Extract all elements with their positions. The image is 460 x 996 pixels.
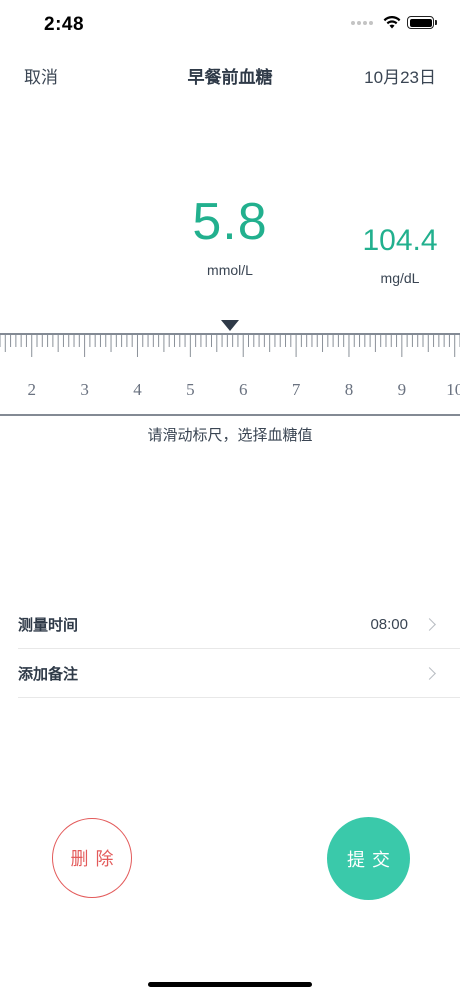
ruler-label: 7 xyxy=(292,380,301,399)
nav-bar: 取消 早餐前血糖 10月23日 xyxy=(0,50,460,98)
status-time: 2:48 xyxy=(44,14,85,35)
add-note-row[interactable]: 添加备注 xyxy=(18,649,460,698)
ruler-label: 3 xyxy=(80,380,89,399)
mmol-reading: 5.8 mmol/L xyxy=(180,196,280,278)
mgdl-value: 104.4 xyxy=(362,224,438,257)
ruler-pointer-icon xyxy=(221,320,239,331)
delete-label: 删除 xyxy=(70,849,121,869)
ruler-label: 10 xyxy=(446,380,460,399)
mmol-unit: mmol/L xyxy=(207,262,253,278)
ruler-label: 8 xyxy=(345,380,354,399)
signal-dots-icon xyxy=(351,20,373,25)
ruler-scale[interactable]: 2 3 4 5 6 7 8 9 10 xyxy=(0,333,460,417)
ruler-label: 4 xyxy=(133,380,142,399)
home-indicator xyxy=(148,982,312,987)
chevron-right-icon xyxy=(423,666,436,680)
ruler-label: 9 xyxy=(398,380,407,399)
chevron-right-icon xyxy=(423,617,436,631)
delete-button[interactable]: 删除 xyxy=(52,818,132,898)
measure-time-row[interactable]: 测量时间 08:00 xyxy=(18,600,460,649)
ruler-label: 2 xyxy=(27,380,36,399)
status-icons xyxy=(351,16,437,29)
measure-time-value: 08:00 xyxy=(370,615,408,633)
settings-list: 测量时间 08:00 添加备注 xyxy=(18,600,460,698)
mmol-value: 5.8 xyxy=(192,193,268,251)
mgdl-reading: 104.4 mg/dL xyxy=(348,224,452,287)
submit-button[interactable]: 提交 xyxy=(327,817,410,900)
mgdl-unit: mg/dL xyxy=(380,270,420,286)
ruler-label: 5 xyxy=(186,380,195,399)
status-bar: 2:48 xyxy=(0,0,460,50)
ruler-label: 6 xyxy=(239,380,248,399)
submit-label: 提交 xyxy=(347,849,397,870)
date-selector[interactable]: 10月23日 xyxy=(364,63,436,88)
ruler-hint: 请滑动标尺，选择血糖值 xyxy=(147,427,313,444)
battery-icon xyxy=(407,16,437,29)
wifi-icon xyxy=(383,16,401,29)
glucose-ruler-slider[interactable]: 2 3 4 5 6 7 8 9 10 xyxy=(0,333,460,417)
measure-time-label: 测量时间 xyxy=(18,616,79,634)
add-note-label: 添加备注 xyxy=(18,665,79,683)
